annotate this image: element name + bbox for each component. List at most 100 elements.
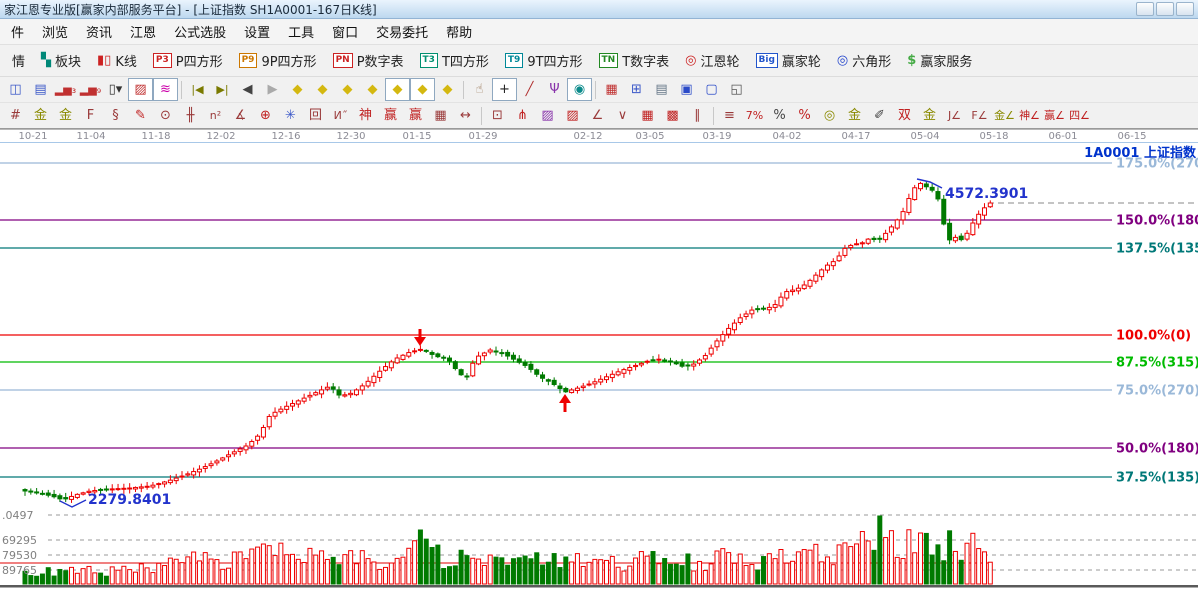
feature-quotes[interactable]: 情 bbox=[4, 48, 33, 74]
shen-angle-icon[interactable]: 神∠ bbox=[1017, 104, 1042, 127]
calendar-icon[interactable]: ▦ bbox=[599, 78, 624, 101]
close-button[interactable] bbox=[1176, 2, 1194, 16]
feature-9p-square[interactable]: P99P四方形 bbox=[231, 48, 325, 74]
menu-settings[interactable]: 设置 bbox=[235, 19, 279, 44]
diamond-shrink2-icon[interactable]: ◆ bbox=[385, 78, 410, 101]
feature-winner-wheel[interactable]: Big赢家轮 bbox=[748, 48, 829, 74]
bars-3-icon[interactable]: ▂▅₃ bbox=[53, 78, 78, 101]
menu-tools[interactable]: 工具 bbox=[279, 19, 323, 44]
menu-trade-order[interactable]: 交易委托 bbox=[367, 19, 437, 44]
f-grid-icon[interactable]: F bbox=[78, 104, 103, 127]
square-spiral-icon[interactable]: 回 bbox=[303, 104, 328, 127]
diamond-expand2-icon[interactable]: ◆ bbox=[410, 78, 435, 101]
ying-angle-icon[interactable]: 赢∠ bbox=[1042, 104, 1067, 127]
feature-t-number-table[interactable]: TNT数字表 bbox=[591, 48, 678, 74]
last-bar-icon[interactable]: ▶| bbox=[210, 78, 235, 101]
grid-box2-icon[interactable]: ▩ bbox=[660, 104, 685, 127]
9t-square-icon: T9 bbox=[505, 53, 523, 68]
maximize-button[interactable] bbox=[1156, 2, 1174, 16]
percent-icon[interactable]: % bbox=[767, 104, 792, 127]
star-dots-icon[interactable]: ✳ bbox=[278, 104, 303, 127]
gold-grid2-icon[interactable]: 金 bbox=[53, 104, 78, 127]
time-cycle-icon[interactable]: ⊙ bbox=[153, 104, 178, 127]
shen-icon[interactable]: 神 bbox=[353, 104, 378, 127]
marker-pen-icon[interactable]: ✎ bbox=[128, 104, 153, 127]
spiral-icon[interactable]: § bbox=[103, 104, 128, 127]
bars-9-icon[interactable]: ▂▅₉ bbox=[78, 78, 103, 101]
gold-levels-icon[interactable]: 金 bbox=[842, 104, 867, 127]
feature-gann-wheel[interactable]: ◎江恩轮 bbox=[677, 48, 747, 74]
four-angle-icon[interactable]: 四∠ bbox=[1067, 104, 1092, 127]
kline-period-icon[interactable]: ▯▾ bbox=[103, 78, 128, 101]
feature-t-square[interactable]: T3T四方形 bbox=[412, 48, 497, 74]
feature-p-square[interactable]: P3P四方形 bbox=[145, 48, 231, 74]
box-axes-icon[interactable]: ⊡ bbox=[485, 104, 510, 127]
feature-9t-square[interactable]: T99T四方形 bbox=[497, 48, 591, 74]
double-box-icon[interactable]: 双 bbox=[892, 104, 917, 127]
hand-tool-icon[interactable]: ☝ bbox=[467, 78, 492, 101]
circle-cross-icon[interactable]: ⊕ bbox=[253, 104, 278, 127]
menu-gann[interactable]: 江恩 bbox=[121, 19, 165, 44]
f-angle-icon[interactable]: F∠ bbox=[967, 104, 992, 127]
notes-icon[interactable]: ▤ bbox=[649, 78, 674, 101]
feature-sectors[interactable]: ▚板块 bbox=[33, 48, 89, 74]
width-measure-icon[interactable]: ↔ bbox=[453, 104, 478, 127]
ruler-123-icon[interactable]: ▦ bbox=[428, 104, 453, 127]
next-page-icon[interactable]: ▶ bbox=[260, 78, 285, 101]
menu-file[interactable]: 件 bbox=[2, 19, 33, 44]
diamond-expand-icon[interactable]: ◆ bbox=[335, 78, 360, 101]
i-quote-icon[interactable]: И˝ bbox=[328, 104, 353, 127]
draw-pen-icon[interactable]: ✐ bbox=[867, 104, 892, 127]
grid-box-icon[interactable]: ▦ bbox=[635, 104, 660, 127]
percent-levels-icon[interactable]: % bbox=[792, 104, 817, 127]
menu-help[interactable]: 帮助 bbox=[437, 19, 481, 44]
ying-line-icon[interactable]: 赢 bbox=[403, 104, 428, 127]
percent7-icon[interactable]: 7% bbox=[742, 104, 767, 127]
kline-chart-area[interactable] bbox=[0, 142, 1198, 592]
info-board-icon[interactable]: ▤ bbox=[28, 78, 53, 101]
n-square-icon[interactable]: n² bbox=[203, 104, 228, 127]
screen-layout-icon[interactable]: ◫ bbox=[3, 78, 28, 101]
menu-news[interactable]: 资讯 bbox=[77, 19, 121, 44]
minimize-button[interactable] bbox=[1136, 2, 1154, 16]
gann-fan-icon[interactable]: ⋔ bbox=[510, 104, 535, 127]
smart-analysis-icon[interactable]: ◉ bbox=[567, 78, 592, 101]
prev-page-icon[interactable]: ◀ bbox=[235, 78, 260, 101]
diamond-shrink-icon[interactable]: ◆ bbox=[360, 78, 385, 101]
price-ladder-icon[interactable]: ≡ bbox=[717, 104, 742, 127]
diamond-left-icon[interactable]: ◆ bbox=[285, 78, 310, 101]
crosshair-icon[interactable]: + bbox=[492, 78, 517, 101]
download-pc-icon[interactable]: ◱ bbox=[724, 78, 749, 101]
angle-lines-icon[interactable]: ∠ bbox=[585, 104, 610, 127]
color-bars-icon[interactable]: ≋ bbox=[153, 78, 178, 101]
feature-kline[interactable]: ▮▯K线 bbox=[89, 48, 145, 74]
tick-ruler-icon[interactable]: ╫ bbox=[178, 104, 203, 127]
feature-winner-service[interactable]: $赢家服务 bbox=[899, 48, 980, 74]
gold-underline-icon[interactable]: 金 bbox=[917, 104, 942, 127]
pattern-icon[interactable]: ▨ bbox=[128, 78, 153, 101]
menu-formula-stock-pick[interactable]: 公式选股 bbox=[165, 19, 235, 44]
gold-grid-icon[interactable]: 金 bbox=[28, 104, 53, 127]
calculator-icon[interactable]: ⊞ bbox=[624, 78, 649, 101]
gann-box-red-icon[interactable]: ▨ bbox=[560, 104, 585, 127]
menu-browse[interactable]: 浏览 bbox=[33, 19, 77, 44]
feature-hexagon[interactable]: ◎六角形 bbox=[829, 48, 899, 74]
parallel-lines-icon[interactable]: ∥ bbox=[685, 104, 710, 127]
diamond-move-icon[interactable]: ◆ bbox=[435, 78, 460, 101]
zigzag-icon[interactable]: ∨ bbox=[610, 104, 635, 127]
angle-compass-icon[interactable]: ∡ bbox=[228, 104, 253, 127]
gann-shape-icon[interactable]: Ψ bbox=[542, 78, 567, 101]
ying-grid-icon[interactable]: 赢 bbox=[378, 104, 403, 127]
j-angle-icon[interactable]: J∠ bbox=[942, 104, 967, 127]
save-icon[interactable]: ▣ bbox=[674, 78, 699, 101]
diamond-right-icon[interactable]: ◆ bbox=[310, 78, 335, 101]
menu-window[interactable]: 窗口 bbox=[323, 19, 367, 44]
circle-gold-icon[interactable]: ◎ bbox=[817, 104, 842, 127]
save-web-icon[interactable]: ▢ bbox=[699, 78, 724, 101]
gann-box-purple-icon[interactable]: ▨ bbox=[535, 104, 560, 127]
gold-angle-icon[interactable]: 金∠ bbox=[992, 104, 1017, 127]
feature-p-number-table[interactable]: PNP数字表 bbox=[325, 48, 412, 74]
partial-tool-icon[interactable]: # bbox=[3, 104, 28, 127]
trendline-icon[interactable]: ╱ bbox=[517, 78, 542, 101]
first-bar-icon[interactable]: |◀ bbox=[185, 78, 210, 101]
